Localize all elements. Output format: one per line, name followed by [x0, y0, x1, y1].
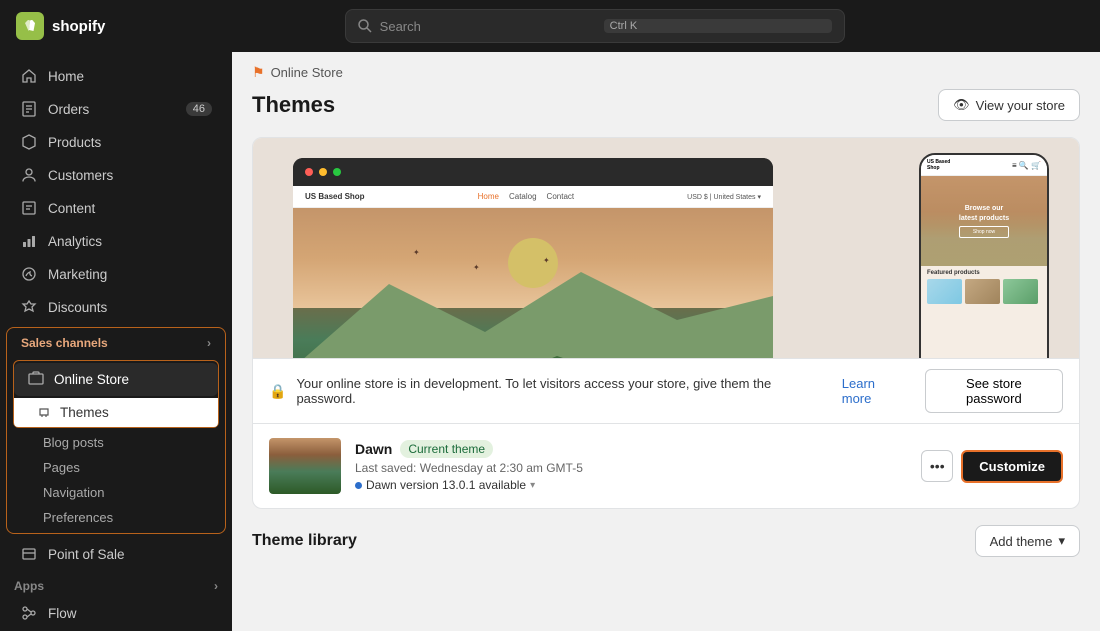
mobile-featured-title: Featured products	[927, 270, 1041, 276]
learn-more-link[interactable]: Learn more	[842, 376, 907, 406]
theme-info: Dawn Current theme Last saved: Wednesday…	[355, 440, 907, 492]
sales-channels-header[interactable]: Sales channels ›	[7, 328, 225, 358]
mobile-product-3	[1003, 279, 1038, 304]
flow-icon	[20, 604, 38, 622]
shopify-logo: shopify	[16, 12, 105, 40]
main-layout: Home Orders 46 Products Customers	[0, 52, 1100, 631]
orders-icon	[20, 100, 38, 118]
orders-badge: 46	[186, 102, 212, 116]
sidebar-item-content[interactable]: Content	[6, 192, 226, 224]
marketing-icon	[20, 265, 38, 283]
customize-button[interactable]: Customize	[961, 450, 1063, 483]
mobile-hero-btn: Shop now	[959, 226, 1009, 238]
browser-dot-green	[333, 168, 341, 176]
theme-actions: ••• Customize	[921, 450, 1063, 483]
mobile-content: US BasedShop ≡ 🔍 🛒 Browse our latest pro…	[921, 155, 1047, 358]
theme-name: Dawn	[355, 441, 392, 457]
theme-saved-date: Last saved: Wednesday at 2:30 am GMT-5	[355, 461, 907, 475]
sales-channels-section: Sales channels › Online Store Themes	[6, 327, 226, 534]
theme-card: US Based Shop Home Catalog Contact USD $…	[252, 137, 1080, 509]
browser-bar	[293, 158, 773, 186]
mobile-hero: Browse our latest products Shop now	[921, 176, 1047, 266]
sidebar-item-flow[interactable]: Flow	[6, 597, 226, 629]
desktop-mockup: US Based Shop Home Catalog Contact USD $…	[293, 158, 773, 358]
mobile-product-2	[965, 279, 1000, 304]
sidebar-item-point-of-sale[interactable]: Point of Sale	[6, 538, 226, 570]
eye-icon: 👁	[953, 97, 970, 113]
theme-name-row: Dawn Current theme	[355, 440, 907, 458]
theme-preview: US Based Shop Home Catalog Contact USD $…	[253, 138, 1079, 358]
bird3: ✦	[543, 256, 550, 265]
browser-hero: ✦ ✦ ✦	[293, 208, 773, 358]
topbar: shopify Search Ctrl K	[0, 0, 1100, 52]
sidebar-item-preferences[interactable]: Preferences	[7, 505, 225, 533]
lock-icon: 🔒	[269, 383, 286, 400]
bird1: ✦	[413, 248, 420, 257]
search-shortcut: Ctrl K	[604, 19, 832, 33]
breadcrumb-store-icon: ⚑	[252, 64, 265, 81]
sidebar: Home Orders 46 Products Customers	[0, 52, 232, 631]
sidebar-item-themes[interactable]: Themes	[14, 398, 218, 427]
sidebar-item-customers[interactable]: Customers	[6, 159, 226, 191]
customers-icon	[20, 166, 38, 184]
theme-library-section: Theme library Add theme ▾	[232, 509, 1100, 573]
current-theme-section: Dawn Current theme Last saved: Wednesday…	[253, 423, 1079, 508]
breadcrumb: ⚑ Online Store	[232, 52, 1100, 85]
apps-section-header[interactable]: Apps ›	[0, 571, 232, 597]
browser-dot-yellow	[319, 168, 327, 176]
version-chevron: ▾	[530, 480, 535, 491]
sidebar-item-navigation[interactable]: Navigation	[7, 480, 225, 505]
view-store-button[interactable]: 👁 View your store	[938, 89, 1080, 121]
apps-chevron: ›	[214, 579, 218, 593]
sidebar-item-discounts[interactable]: Discounts	[6, 291, 226, 323]
version-dot	[355, 482, 362, 489]
content-area: ⚑ Online Store Themes 👁 View your store	[232, 52, 1100, 631]
mobile-product-1	[927, 279, 962, 304]
home-icon	[20, 67, 38, 85]
shopify-logo-icon	[16, 12, 44, 40]
more-options-button[interactable]: •••	[921, 450, 953, 482]
content-icon	[20, 199, 38, 217]
page-title: Themes	[252, 92, 335, 118]
browser-dot-red	[305, 168, 313, 176]
sidebar-item-analytics[interactable]: Analytics	[6, 225, 226, 257]
mobile-products	[927, 279, 1041, 304]
sidebar-item-online-store[interactable]: Online Store	[14, 363, 218, 396]
search-bar[interactable]: Search Ctrl K	[345, 9, 845, 43]
browser-content: US Based Shop Home Catalog Contact USD $…	[293, 186, 773, 358]
warning-bar: 🔒 Your online store is in development. T…	[253, 358, 1079, 423]
mobile-header: US BasedShop ≡ 🔍 🛒	[921, 155, 1047, 176]
current-theme-badge: Current theme	[400, 440, 493, 458]
bird2: ✦	[473, 263, 480, 272]
sidebar-item-products[interactable]: Products	[6, 126, 226, 158]
sidebar-item-marketing[interactable]: Marketing	[6, 258, 226, 290]
mobile-featured: Featured products	[921, 266, 1047, 308]
search-icon	[358, 19, 372, 33]
theme-version: Dawn version 13.0.1 available ▾	[355, 478, 907, 492]
add-theme-chevron: ▾	[1058, 533, 1065, 549]
point-of-sale-icon	[20, 545, 38, 563]
online-store-icon	[28, 370, 44, 389]
sidebar-item-pages[interactable]: Pages	[7, 455, 225, 480]
themes-sub-icon	[38, 406, 52, 420]
browser-nav: US Based Shop Home Catalog Contact USD $…	[293, 186, 773, 208]
sidebar-item-orders[interactable]: Orders 46	[6, 93, 226, 125]
theme-library-title: Theme library	[252, 532, 357, 550]
analytics-icon	[20, 232, 38, 250]
theme-thumbnail	[269, 438, 341, 494]
sidebar-item-home[interactable]: Home	[6, 60, 226, 92]
page-header: Themes 👁 View your store	[232, 85, 1100, 137]
mobile-mockup: US BasedShop ≡ 🔍 🛒 Browse our latest pro…	[919, 153, 1049, 358]
discounts-icon	[20, 298, 38, 316]
hero-sun	[508, 238, 558, 288]
sales-channels-chevron: ›	[207, 336, 211, 350]
see-store-password-button[interactable]: See store password	[925, 369, 1063, 413]
mobile-hero-text: Browse our latest products	[959, 204, 1009, 222]
sidebar-item-blog-posts[interactable]: Blog posts	[7, 430, 225, 455]
add-theme-button[interactable]: Add theme ▾	[975, 525, 1080, 557]
products-icon	[20, 133, 38, 151]
